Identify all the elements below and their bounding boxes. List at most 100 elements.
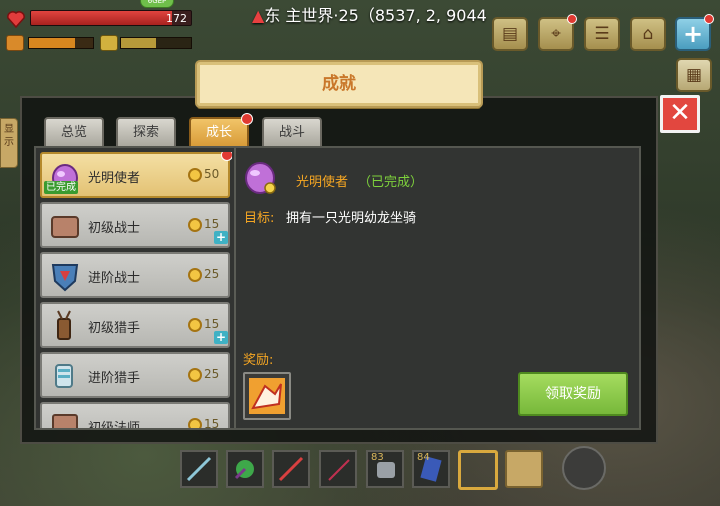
achievement-row[interactable]: 进阶战士 25 — [40, 252, 230, 298]
hotbar-slot[interactable]: 84 — [412, 450, 450, 488]
hunger-bar — [28, 37, 94, 49]
plus-icon: + — [682, 20, 704, 48]
medal-icon — [188, 368, 202, 382]
achievement-name: 初级战士 — [88, 221, 141, 236]
achievement-name: 进阶战士 — [88, 271, 141, 286]
hotbar-slot[interactable] — [180, 450, 218, 488]
achievement-points: 15 — [204, 217, 220, 231]
achievement-row[interactable]: 初级法师 15 — [40, 402, 230, 428]
achievement-list[interactable]: 光明使者 50 已完成 初级战士 15 + 进阶战士 25 初级猎手 15 + … — [38, 152, 232, 428]
selected-hotbar-slot[interactable] — [458, 450, 498, 490]
stamina-bar — [120, 37, 192, 49]
compass-arrow-icon: ▲ — [252, 6, 265, 25]
backpack-button[interactable] — [505, 450, 543, 488]
tab-combat[interactable]: 战斗 — [262, 117, 322, 147]
mask-button[interactable] — [562, 446, 606, 490]
achievement-row[interactable]: 初级战士 15 + — [40, 202, 230, 248]
hotbar-slot[interactable]: 83 — [366, 450, 404, 488]
panel-title: 成就 — [197, 62, 481, 106]
hunger-fill — [29, 38, 76, 48]
achievement-points: 15 — [204, 417, 220, 428]
goal-text: 拥有一只光明幼龙坐骑 — [286, 211, 417, 226]
plus-icon: + — [214, 330, 228, 344]
sword-icon — [186, 456, 212, 482]
plus-icon: + — [214, 230, 228, 244]
egg-icon — [245, 162, 276, 194]
item-count: 83 — [371, 452, 384, 463]
stamina-fill — [121, 38, 156, 48]
item-count: 84 — [417, 452, 430, 463]
shop-icon: ⌂ — [642, 24, 654, 44]
shop-button[interactable]: ⌂ — [630, 17, 666, 51]
staff-icon — [328, 459, 350, 481]
stone-icon — [51, 216, 79, 238]
completed-badge: 已完成 — [44, 181, 78, 194]
reward-item-slot[interactable] — [243, 372, 291, 420]
medal-icon — [188, 218, 202, 232]
medal-icon — [188, 268, 202, 282]
close-button[interactable]: ✕ — [660, 95, 700, 133]
goal-label: 目标: — [244, 211, 275, 226]
achievement-points: 50 — [204, 167, 220, 181]
achievement-name: 初级猎手 — [88, 321, 141, 336]
mace-icon — [234, 460, 254, 480]
add-button[interactable]: + — [675, 14, 714, 51]
hotbar-slot[interactable] — [226, 450, 264, 488]
health-value: 172 — [166, 12, 187, 25]
scroll-icon: ▤ — [501, 24, 519, 44]
medal-icon — [188, 418, 202, 428]
achievement-row[interactable]: 进阶猎手 25 — [40, 352, 230, 398]
tab-label: 总览 — [60, 125, 87, 140]
dragon-mount-icon — [249, 378, 285, 414]
spear-icon — [278, 456, 304, 482]
heart-icon — [7, 11, 25, 28]
book-icon — [52, 414, 78, 428]
show-side-tab[interactable]: 显示 — [0, 118, 18, 168]
notification-dot — [221, 152, 232, 161]
medal-icon — [188, 318, 202, 332]
tab-label: 战斗 — [278, 125, 305, 140]
arrows-icon — [57, 310, 71, 340]
world-location: ▲东 主世界·25（8537, 2, 9044 — [252, 2, 487, 26]
tab-growth[interactable]: 成长 — [189, 113, 253, 147]
notification-dot — [567, 14, 577, 24]
chat-button[interactable]: ☰ — [584, 17, 620, 51]
reward-label: 奖励: — [243, 353, 274, 368]
level-badge: 6GEP — [140, 0, 174, 8]
world-location-text: 东 主世界·25（8537, 2, 9044 — [264, 6, 487, 25]
tab-label: 探索 — [132, 125, 159, 140]
achievement-points: 25 — [204, 267, 220, 281]
map-icon: ⌖ — [551, 24, 561, 44]
achievement-name: 光明使者 — [88, 171, 141, 186]
map-button[interactable]: ⌖ — [538, 14, 577, 51]
notification-dot — [704, 14, 714, 24]
tab-explore[interactable]: 探索 — [116, 117, 176, 147]
chat-icon: ☰ — [594, 24, 610, 44]
side-tab-label: 显示 — [4, 124, 14, 148]
blocks-button[interactable]: ▦ — [676, 58, 712, 92]
achievement-points: 15 — [204, 317, 220, 331]
detail-title: 光明使者 — [296, 175, 349, 190]
divider — [234, 148, 236, 428]
claim-reward-button[interactable]: 领取奖励 — [518, 372, 628, 416]
health-fill — [31, 11, 172, 25]
detail-status: （已完成） — [358, 175, 424, 190]
hunger-icon — [6, 35, 24, 51]
tab-overview[interactable]: 总览 — [44, 117, 104, 147]
hotbar-slot[interactable] — [319, 450, 357, 488]
achievement-name: 初级法师 — [88, 417, 140, 428]
tab-label: 成长 — [205, 125, 232, 140]
achievement-row[interactable]: 光明使者 50 已完成 — [40, 152, 232, 198]
medal-icon — [188, 168, 202, 182]
notification-dot — [241, 113, 253, 125]
quest-scroll-button[interactable]: ▤ — [492, 17, 528, 51]
achievement-row[interactable]: 初级猎手 15 + — [40, 302, 230, 348]
gauntlet-icon — [55, 364, 73, 388]
hotbar-slot[interactable] — [272, 450, 310, 488]
close-icon: ✕ — [669, 98, 691, 128]
health-bar: 172 — [30, 10, 192, 26]
blocks-icon: ▦ — [685, 65, 703, 85]
stamina-icon — [100, 35, 118, 51]
achievement-points: 25 — [204, 367, 220, 381]
shield-icon — [51, 264, 79, 292]
